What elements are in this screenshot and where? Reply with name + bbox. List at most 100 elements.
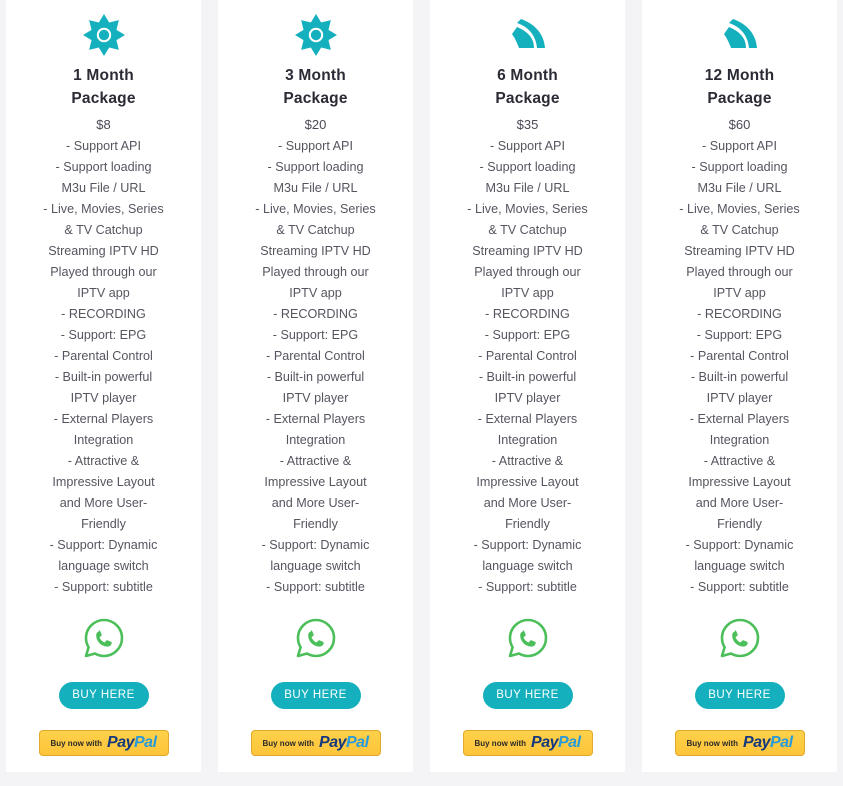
pricing-card: 3 Month Package $20- Support API - Support …: [218, 0, 413, 772]
feature-item: - Support: subtitle: [266, 580, 365, 594]
feature-item: - Support: EPG: [696, 328, 783, 342]
paypal-logo-pay: Pay: [531, 734, 558, 751]
column-divider: [625, 0, 642, 772]
paypal-prefix-label: Buy now with: [686, 738, 739, 748]
paypal-buy-now-button[interactable]: Buy now with PayPal: [462, 730, 593, 756]
feature-item: Impressive Layout: [688, 475, 791, 489]
feature-item: - Built-in powerful: [54, 370, 153, 384]
feature-item: Played through our: [262, 265, 369, 279]
feature-item: Friendly: [293, 517, 338, 531]
paypal-buy-now-button[interactable]: Buy now with PayPal: [674, 730, 805, 756]
column-divider: [201, 0, 218, 772]
feature-item: - Support: subtitle: [478, 580, 577, 594]
buy-here-button[interactable]: BUY HERE: [694, 682, 785, 709]
column-divider: [413, 0, 430, 772]
feature-item: Streaming IPTV HD: [472, 244, 583, 258]
feature-item: Streaming IPTV HD: [260, 244, 371, 258]
feature-item: - External Players: [53, 412, 154, 426]
paypal-buy-now-button[interactable]: Buy now with PayPal: [38, 730, 169, 756]
paypal-prefix-label: Buy now with: [262, 738, 315, 748]
feature-item: - Support loading: [55, 160, 152, 174]
paypal-logo-pal: Pal: [558, 734, 581, 751]
whatsapp-icon[interactable]: [506, 616, 550, 660]
feature-item: Integration: [73, 433, 134, 447]
feature-item: Impressive Layout: [476, 475, 579, 489]
feature-item: - Parental Control: [478, 349, 577, 363]
plan-title-line-1: 12 Month: [704, 67, 775, 84]
feature-item: - Attractive &: [703, 454, 776, 468]
buy-here-button[interactable]: BUY HERE: [58, 682, 149, 709]
whatsapp-icon[interactable]: [294, 616, 338, 660]
feature-item: Integration: [709, 433, 770, 447]
feature-item: - Parental Control: [690, 349, 789, 363]
feature-item: - Support: EPG: [60, 328, 147, 342]
feature-item: - Built-in powerful: [478, 370, 577, 384]
plan-price: $35: [516, 117, 539, 132]
pricing-table: 1 Month Package $8 - Support API - Support l…: [0, 0, 843, 786]
paypal-buy-now-button[interactable]: Buy now with PayPal: [250, 730, 381, 756]
buy-here-button[interactable]: BUY HERE: [482, 682, 573, 709]
feature-item: Played through our: [686, 265, 793, 279]
feature-item: - Support: EPG: [484, 328, 571, 342]
feature-item: Streaming IPTV HD: [684, 244, 795, 258]
feature-item: - Support: subtitle: [690, 580, 789, 594]
feature-item: - Attractive &: [491, 454, 564, 468]
paypal-logo-pal: Pal: [770, 734, 793, 751]
plan-title: 1 Month Package: [29, 64, 179, 110]
feature-item: & TV Catchup: [276, 223, 355, 237]
feature-list: - Support API - Support loading M3u File /…: [656, 136, 824, 598]
feature-item: - Attractive &: [279, 454, 352, 468]
pricing-card: 1 Month Package $8 - Support API - Support l…: [6, 0, 201, 772]
wave-fin-icon: [505, 12, 551, 58]
buy-here-button[interactable]: BUY HERE: [270, 682, 361, 709]
plan-title: 6 Month Package: [453, 64, 603, 110]
feature-item: Integration: [285, 433, 346, 447]
feature-item: IPTV app: [713, 286, 766, 300]
feature-item: - Built-in powerful: [266, 370, 365, 384]
paypal-logo: PayPal: [319, 734, 369, 752]
feature-item: - Support API: [66, 139, 141, 153]
feature-item: - RECORDING: [273, 307, 358, 321]
feature-item: - Support: Dynamic: [473, 538, 582, 552]
feature-item: & TV Catchup: [64, 223, 143, 237]
feature-item: - RECORDING: [61, 307, 146, 321]
feature-item: - Live, Movies, Series: [255, 202, 376, 216]
plan-price: $60: [728, 117, 751, 132]
plan-title-line-2: Package: [495, 90, 560, 107]
feature-item: language switch: [482, 559, 573, 573]
feature-item: M3u File / URL: [697, 181, 782, 195]
feature-item: IPTV app: [77, 286, 130, 300]
feature-item: - Support API: [278, 139, 353, 153]
page-bottom-strip: [0, 772, 843, 786]
whatsapp-icon[interactable]: [82, 616, 126, 660]
paypal-prefix-label: Buy now with: [474, 738, 527, 748]
feature-item: M3u File / URL: [485, 181, 570, 195]
feature-item: Played through our: [474, 265, 581, 279]
feature-item: - RECORDING: [697, 307, 782, 321]
feature-item: Friendly: [505, 517, 550, 531]
feature-item: - Support loading: [691, 160, 788, 174]
feature-item: and More User-: [59, 496, 148, 510]
feature-item: - Support: Dynamic: [49, 538, 158, 552]
plan-title: 12 Month Package: [665, 64, 815, 110]
feature-item: - Parental Control: [54, 349, 153, 363]
feature-item: IPTV player: [494, 391, 561, 405]
feature-list: - Support API - Support loading M3u File /…: [232, 136, 400, 598]
feature-item: - Support: EPG: [272, 328, 359, 342]
feature-item: IPTV player: [282, 391, 349, 405]
feature-item: - Parental Control: [266, 349, 365, 363]
feature-item: - External Players: [689, 412, 790, 426]
feature-item: - Support loading: [267, 160, 364, 174]
paypal-prefix-label: Buy now with: [50, 738, 103, 748]
plan-title: 3 Month Package: [241, 64, 391, 110]
feature-item: - Live, Movies, Series: [679, 202, 800, 216]
whatsapp-icon[interactable]: [718, 616, 762, 660]
feature-item: Friendly: [81, 517, 126, 531]
feature-item: IPTV app: [289, 286, 342, 300]
plan-title-line-1: 3 Month: [285, 67, 346, 84]
paypal-logo-pay: Pay: [743, 734, 770, 751]
paypal-logo: PayPal: [743, 734, 793, 752]
feature-item: IPTV player: [706, 391, 773, 405]
plan-title-line-2: Package: [283, 90, 348, 107]
feature-list: - Support API - Support loading M3u File /…: [20, 136, 188, 598]
